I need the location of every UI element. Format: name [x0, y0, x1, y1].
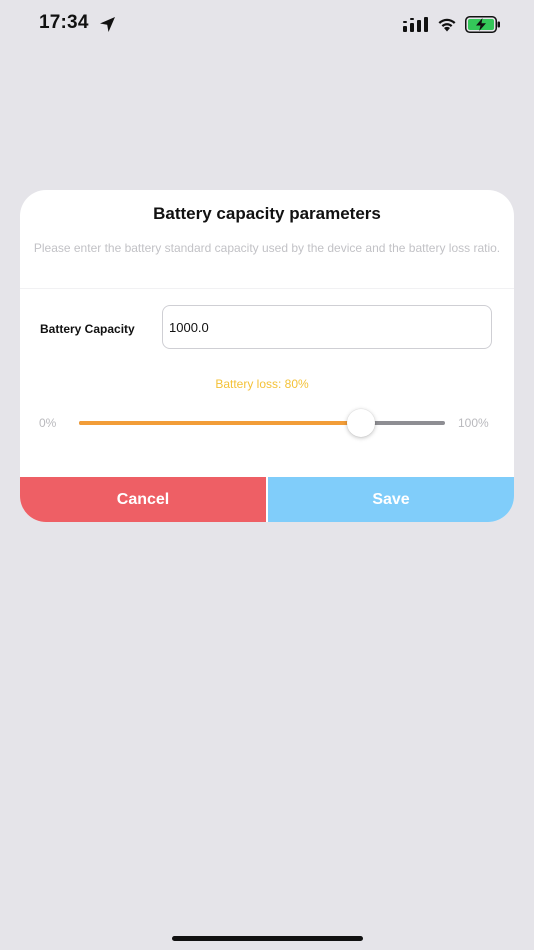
home-indicator — [172, 936, 363, 941]
battery-charging-icon — [465, 16, 500, 33]
slider-max-label: 100% — [458, 416, 489, 430]
status-bar: 17:34 — [0, 0, 534, 50]
battery-capacity-dialog: Battery capacity parameters Please enter… — [20, 190, 514, 522]
dialog-description: Please enter the battery standard capaci… — [33, 241, 501, 255]
battery-capacity-input[interactable] — [162, 305, 492, 349]
battery-loss-text: Battery loss: 80% — [215, 377, 309, 391]
slider-fill — [79, 421, 361, 425]
battery-loss-slider[interactable] — [79, 409, 445, 437]
status-time: 17:34 — [39, 12, 89, 33]
cellular-signal-icon — [403, 17, 428, 32]
dialog-title: Battery capacity parameters — [153, 204, 381, 223]
battery-capacity-label: Battery Capacity — [40, 322, 135, 336]
location-arrow-icon — [100, 17, 115, 32]
slider-min-label: 0% — [39, 416, 57, 430]
save-button[interactable]: Save — [268, 477, 514, 522]
wifi-icon — [438, 18, 456, 32]
cancel-button[interactable]: Cancel — [20, 477, 266, 522]
slider-thumb[interactable] — [346, 409, 375, 437]
dialog-divider — [20, 288, 514, 289]
